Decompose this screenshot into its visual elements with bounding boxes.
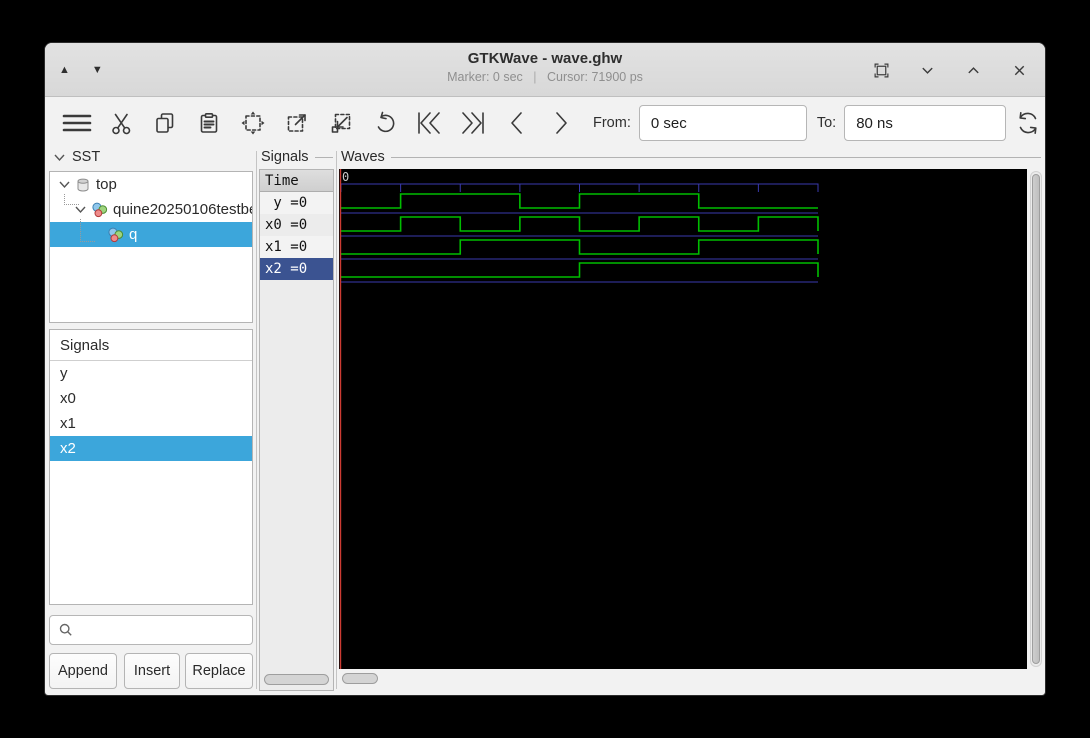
- toolbar: From: To:: [45, 98, 1045, 148]
- keep-above-icon[interactable]: [871, 60, 891, 80]
- zoom-out-icon: [331, 113, 351, 133]
- hamburger-icon: [62, 114, 92, 132]
- sst-tree: top quine20250106testbench q: [49, 171, 253, 323]
- tree-item-label: q: [129, 226, 138, 243]
- signal-search-panel: Signals y x0 x1 x2: [49, 329, 253, 605]
- desktop: ▲ ▼ GTKWave - wave.ghw Marker: 0 sec | C…: [0, 0, 1090, 738]
- to-label: To:: [816, 115, 837, 131]
- titlebar[interactable]: ▲ ▼ GTKWave - wave.ghw Marker: 0 sec | C…: [45, 43, 1045, 97]
- find-prev-edge-button[interactable]: [407, 104, 451, 142]
- expander-chevron-icon[interactable]: [74, 203, 87, 216]
- shift-right-button[interactable]: [539, 104, 583, 142]
- gtkwave-window: ▲ ▼ GTKWave - wave.ghw Marker: 0 sec | C…: [44, 42, 1046, 696]
- from-label: From:: [593, 115, 631, 131]
- cursor-status: Cursor: 71900 ps: [547, 70, 643, 84]
- tree-item-label: quine20250106testbench: [113, 201, 252, 218]
- splitter-right[interactable]: [336, 151, 337, 689]
- scissors-icon: [111, 113, 130, 135]
- chevron-right-icon: [556, 112, 567, 134]
- signal-list-item-x2[interactable]: x2: [50, 436, 252, 461]
- sst-frame-label[interactable]: SST: [53, 149, 253, 165]
- clipboard-icon: [200, 112, 218, 133]
- to-input[interactable]: [844, 105, 1007, 141]
- reload-button[interactable]: [1006, 104, 1045, 142]
- signal-name-row-y[interactable]: y =0: [260, 192, 333, 214]
- from-input[interactable]: [638, 105, 807, 141]
- maximize-icon[interactable]: [963, 60, 983, 80]
- marker-status: Marker: 0 sec: [447, 70, 523, 84]
- time-header-button[interactable]: Time: [260, 170, 333, 192]
- chevron-down-icon: [54, 154, 65, 161]
- sst-tree-item-quine20250106testbench[interactable]: quine20250106testbench: [50, 197, 252, 222]
- zoom-undo-button[interactable]: [363, 104, 407, 142]
- waves-hscrollbar[interactable]: [339, 673, 1027, 685]
- timescale-label: 0: [342, 170, 350, 184]
- zoom-fit-button[interactable]: [231, 104, 275, 142]
- signal-list: y x0 x1 x2: [50, 361, 252, 461]
- search-icon: [59, 623, 72, 636]
- signal-search-input[interactable]: [49, 615, 253, 645]
- expander-chevron-icon[interactable]: [58, 178, 71, 191]
- module-icon: [92, 202, 108, 217]
- signal-list-item-x0[interactable]: x0: [50, 386, 252, 411]
- status-separator: |: [533, 70, 537, 84]
- module-icon: [108, 227, 124, 242]
- zoom-in-button[interactable]: [275, 104, 319, 142]
- copy-button[interactable]: [143, 104, 187, 142]
- copy-icon: [156, 113, 174, 133]
- wave-canvas[interactable]: 0: [339, 169, 1027, 669]
- waves-hscrollbar-thumb[interactable]: [342, 673, 378, 684]
- signal-list-item-y[interactable]: y: [50, 361, 252, 386]
- replace-button[interactable]: Replace: [185, 653, 253, 689]
- sst-tree-item-q[interactable]: q: [50, 222, 252, 247]
- undo-icon: [377, 111, 395, 133]
- waveform-traces: [339, 169, 819, 669]
- signal-name-row-x1[interactable]: x1 =0: [260, 236, 333, 258]
- shade-up-button[interactable]: ▲: [59, 64, 70, 76]
- waves-vscrollbar[interactable]: [1030, 171, 1042, 667]
- waves-vscrollbar-thumb[interactable]: [1032, 174, 1040, 664]
- zoom-fit-icon: [241, 111, 265, 135]
- menu-button[interactable]: [55, 104, 99, 142]
- signal-name-row-x0[interactable]: x0 =0: [260, 214, 333, 236]
- database-icon: [77, 178, 89, 192]
- append-button[interactable]: Append: [49, 653, 117, 689]
- sst-tree-item-top[interactable]: top: [50, 172, 252, 197]
- paste-button[interactable]: [187, 104, 231, 142]
- reload-icon: [1019, 112, 1037, 134]
- minimize-icon[interactable]: [917, 60, 937, 80]
- shift-left-button[interactable]: [495, 104, 539, 142]
- zoom-in-icon: [287, 114, 306, 132]
- tree-item-label: top: [96, 176, 117, 193]
- splitter-left[interactable]: [256, 151, 257, 689]
- insert-button[interactable]: Insert: [124, 653, 180, 689]
- signal-list-item-x1[interactable]: x1: [50, 411, 252, 436]
- zoom-out-button[interactable]: [319, 104, 363, 142]
- signal-name-row-x2[interactable]: x2 =0: [260, 258, 333, 280]
- skip-forward-icon: [462, 112, 484, 134]
- skip-backward-icon: [418, 112, 440, 134]
- names-hscrollbar[interactable]: [264, 674, 329, 685]
- waves-frame-label: Waves: [341, 149, 1041, 165]
- find-next-edge-button[interactable]: [451, 104, 495, 142]
- names-frame-label: Signals: [261, 149, 333, 165]
- cut-button[interactable]: [99, 104, 143, 142]
- signals-panel-caption: Signals: [50, 330, 252, 361]
- chevron-left-icon: [511, 112, 522, 134]
- close-icon[interactable]: [1009, 60, 1029, 80]
- names-column: Time y =0 x0 =0 x1 =0 x2 =0: [259, 169, 334, 691]
- shade-down-button[interactable]: ▼: [92, 64, 103, 76]
